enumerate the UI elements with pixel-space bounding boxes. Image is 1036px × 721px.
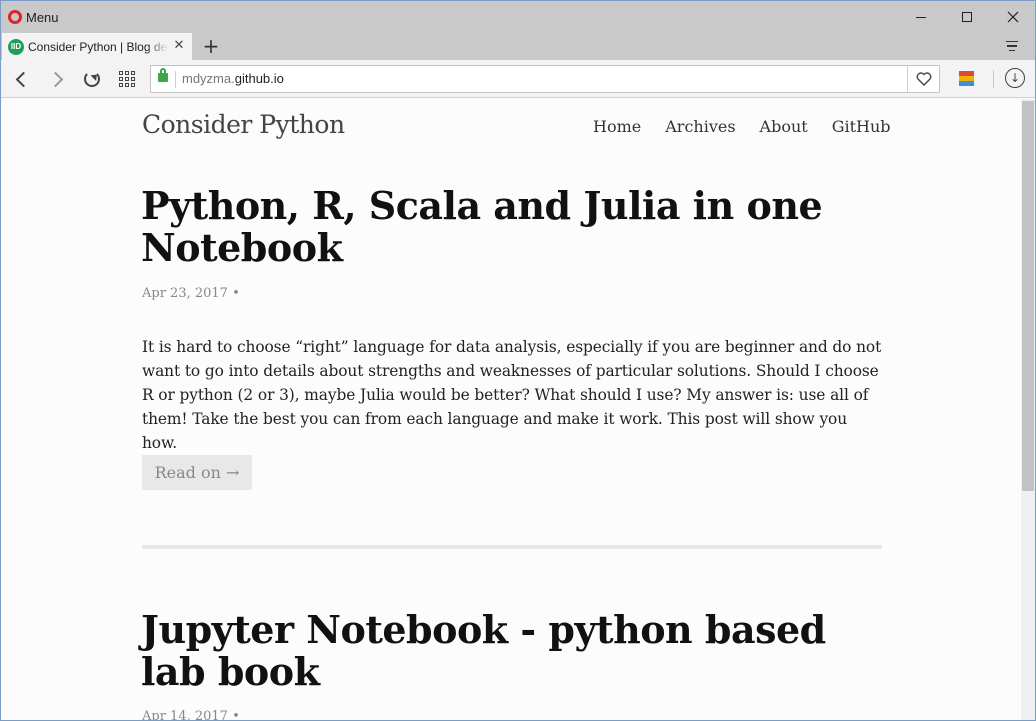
browser-window: Menu IID Consider Python | Blog dedicate… <box>0 0 1036 721</box>
reload-button[interactable] <box>80 67 104 91</box>
tab-strip: IID Consider Python | Blog dedicated to … <box>1 33 1035 60</box>
nav-github-link[interactable]: GitHub <box>832 117 891 136</box>
nav-home-link[interactable]: Home <box>593 117 641 136</box>
post-title[interactable]: Python, R, Scala and Julia in one Notebo… <box>141 185 881 269</box>
tab-title: Consider Python | Blog dedicated to data… <box>28 39 168 54</box>
lock-icon <box>158 68 168 82</box>
page-viewport: Consider Python Home Archives About GitH… <box>1 99 1021 721</box>
address-bar[interactable]: mdyzma.github.io <box>150 65 940 93</box>
minimize-button[interactable] <box>898 1 944 33</box>
close-icon <box>1007 11 1019 23</box>
minimize-icon <box>916 16 926 18</box>
nav-archives-link[interactable]: Archives <box>665 117 735 136</box>
nav-about-link[interactable]: About <box>760 117 808 136</box>
post-date: Apr 14, 2017 • <box>142 709 240 721</box>
speed-dial-grid-icon <box>119 71 135 87</box>
speed-dial-button[interactable] <box>115 67 139 91</box>
menu-label: Menu <box>26 9 59 25</box>
close-window-button[interactable] <box>990 1 1035 33</box>
download-button[interactable]: ↓ <box>1005 68 1025 88</box>
title-bar: Menu <box>1 1 1035 33</box>
extension-icon[interactable] <box>959 71 974 86</box>
read-on-button[interactable]: Read on → <box>142 455 252 490</box>
tab-menu-icon[interactable] <box>1003 37 1021 55</box>
heart-icon <box>916 72 931 86</box>
opera-logo-icon <box>8 10 22 24</box>
post-excerpt: It is hard to choose “right” language fo… <box>142 338 882 452</box>
bookmark-heart-button[interactable] <box>907 66 939 92</box>
post-date: Apr 23, 2017 • <box>142 286 240 301</box>
back-button[interactable] <box>9 67 33 91</box>
forward-arrow-icon <box>47 71 64 87</box>
site-favicon-icon: IID <box>8 38 24 55</box>
download-icon: ↓ <box>1009 71 1021 85</box>
url-text[interactable]: mdyzma.github.io <box>182 71 284 86</box>
site-title[interactable]: Consider Python <box>142 110 345 139</box>
post-divider <box>142 545 882 549</box>
site-nav: Home Archives About GitHub <box>593 117 891 136</box>
tab-close-icon[interactable]: ✕ <box>172 39 186 53</box>
url-domain-main: github.io <box>234 71 284 86</box>
browser-toolbar: mdyzma.github.io ↓ <box>1 60 1035 98</box>
maximize-button[interactable] <box>944 1 990 33</box>
maximize-icon <box>962 12 972 22</box>
opera-menu-button[interactable]: Menu <box>8 7 59 27</box>
post-title[interactable]: Jupyter Notebook - python based lab book <box>141 609 901 693</box>
url-domain-prefix: mdyzma. <box>182 71 235 86</box>
forward-button[interactable] <box>46 67 70 91</box>
new-tab-button[interactable]: + <box>200 35 222 57</box>
page-scrollbar[interactable] <box>1021 99 1035 720</box>
reload-icon <box>84 71 100 87</box>
tab-consider-python[interactable]: IID Consider Python | Blog dedicated to … <box>2 33 192 60</box>
scrollbar-thumb[interactable] <box>1022 101 1034 491</box>
address-separator <box>175 71 176 88</box>
back-arrow-icon <box>15 71 32 87</box>
toolbar-separator <box>993 70 994 88</box>
